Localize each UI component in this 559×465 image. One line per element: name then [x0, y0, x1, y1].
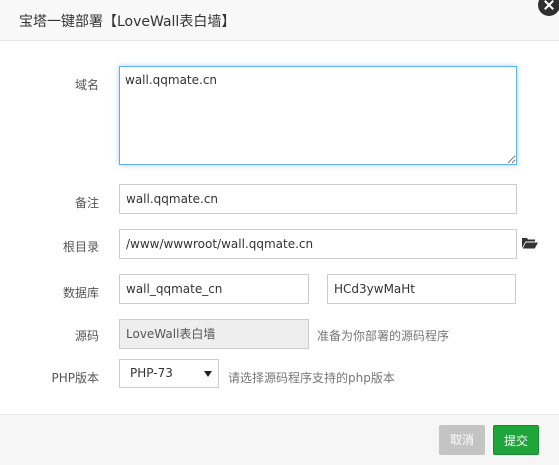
submit-button[interactable]: 提交: [493, 425, 539, 455]
dialog-title: 宝塔一键部署【LoveWall表白墙】: [19, 14, 236, 30]
php-version-value: PHP-73: [130, 366, 173, 380]
domain-field[interactable]: wall.qqmate.cn: [119, 66, 517, 165]
note-label: 备注: [74, 196, 99, 210]
database-label: 数据库: [62, 286, 99, 300]
note-input[interactable]: wall.qqmate.cn: [119, 184, 517, 214]
deploy-dialog: 宝塔一键部署【LoveWall表白墙】 域名 wall.qqmate.cn 备注…: [0, 0, 559, 465]
close-icon[interactable]: [538, 0, 559, 16]
database-password-input[interactable]: HCd3ywMaHt: [327, 274, 516, 304]
php-version-label: PHP版本: [51, 371, 100, 385]
php-version-hint: 请选择源码程序支持的php版本: [228, 371, 395, 385]
source-hint: 准备为你部署的源码程序: [317, 329, 450, 343]
source-input: LoveWall表白墙: [119, 319, 309, 349]
chevron-down-icon: [204, 371, 212, 377]
folder-open-icon[interactable]: [522, 237, 538, 249]
database-name-input[interactable]: wall_qqmate_cn: [119, 274, 309, 304]
root-dir-label: 根目录: [62, 240, 99, 254]
domain-label: 域名: [74, 78, 99, 92]
root-dir-input[interactable]: /www/wwwroot/wall.qqmate.cn: [119, 229, 517, 259]
cancel-button[interactable]: 取消: [439, 425, 485, 455]
dialog-titlebar: 宝塔一键部署【LoveWall表白墙】: [0, 0, 559, 41]
source-label: 源码: [74, 329, 99, 343]
php-version-select[interactable]: PHP-73: [119, 359, 219, 388]
